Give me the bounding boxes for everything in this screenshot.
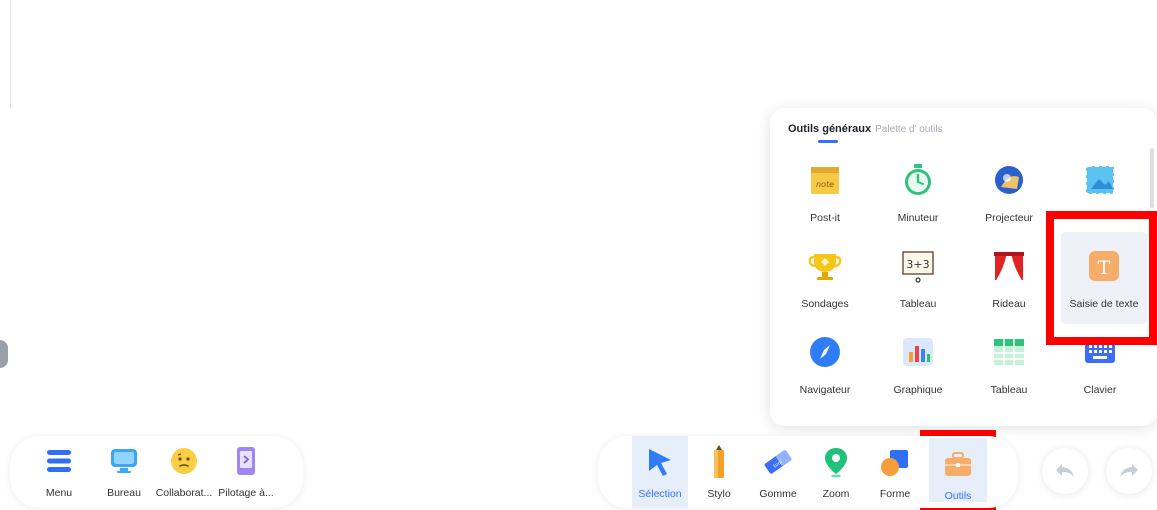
pen-tool[interactable]: Stylo	[691, 436, 747, 508]
tool-polls[interactable]: Sondages	[782, 236, 868, 320]
curtain-icon	[989, 246, 1029, 286]
selection-label: Sélection	[638, 488, 682, 500]
desktop-label: Bureau	[107, 487, 141, 499]
phone-control-button[interactable]: Pilotage à...	[214, 436, 278, 508]
tool-label: Clavier	[1083, 384, 1117, 396]
phone-control-icon	[231, 446, 261, 476]
tab-general-tools[interactable]: Outils généraux	[788, 123, 871, 135]
active-tab-indicator	[818, 140, 838, 143]
tool-label: Tableau	[899, 298, 937, 310]
tool-label: Sondages	[801, 298, 849, 310]
tab-tool-palette[interactable]: Palette d' outils	[875, 124, 943, 135]
panel-scrollbar[interactable]	[1150, 148, 1154, 208]
shape-icon	[878, 444, 912, 480]
whiteboard-canvas[interactable]: Outils généraux Palette d' outils note P…	[0, 0, 1157, 510]
compass-icon	[805, 332, 845, 372]
screenshot-icon	[1080, 160, 1120, 200]
chart-icon	[898, 332, 938, 372]
zoom-pin-icon	[819, 444, 853, 480]
table-icon	[989, 332, 1029, 372]
menu-icon	[44, 446, 74, 476]
canvas-edge-line	[10, 0, 11, 108]
desktop-icon	[109, 446, 139, 476]
side-panel-handle[interactable]	[0, 340, 8, 368]
tool-browser[interactable]: Navigateur	[782, 322, 868, 406]
tool-curtain[interactable]: Rideau	[966, 236, 1052, 320]
tool-board[interactable]: 3+3 Tableau	[875, 236, 961, 320]
eraser-label: Gomme	[759, 488, 797, 500]
collaboration-emoji-icon	[169, 446, 199, 476]
tool-timer[interactable]: Minuteur	[875, 150, 961, 234]
blackboard-icon: 3+3	[898, 246, 938, 286]
redo-button[interactable]	[1106, 448, 1152, 494]
tool-label: Post-it	[810, 212, 840, 224]
tools-label: Outils	[944, 490, 972, 502]
toolbox-icon	[941, 446, 975, 482]
tool-label: Graphique	[893, 384, 943, 396]
zoom-tool[interactable]: Zoom	[808, 436, 864, 508]
cursor-icon	[643, 444, 677, 480]
tool-label: Rideau	[992, 298, 1026, 310]
highlight-box-text-input	[1046, 211, 1157, 345]
svg-text:3+3: 3+3	[906, 258, 929, 271]
tool-label: Projecteur	[985, 212, 1033, 224]
tool-table[interactable]: Tableau	[966, 322, 1052, 406]
spotlight-icon	[989, 160, 1029, 200]
eraser-icon: tool	[761, 444, 795, 480]
trophy-icon	[805, 246, 845, 286]
pen-icon	[702, 444, 736, 480]
tool-label: Minuteur	[897, 212, 939, 224]
collaboration-label: Collaborat...	[155, 487, 213, 499]
zoom-label: Zoom	[822, 488, 850, 500]
menu-label: Menu	[45, 487, 73, 499]
post-it-icon: note	[805, 160, 845, 200]
tool-chart[interactable]: Graphique	[875, 322, 961, 406]
tools-panel-tabs: Outils généraux Palette d' outils	[788, 123, 943, 135]
redo-icon	[1120, 464, 1138, 477]
tool-label: Navigateur	[799, 384, 851, 396]
undo-icon	[1056, 464, 1074, 477]
timer-icon	[898, 160, 938, 200]
collaboration-button[interactable]: Collaborat...	[153, 436, 215, 508]
menu-button[interactable]: Menu	[36, 436, 82, 508]
tools-button[interactable]: Outils	[929, 438, 987, 502]
tool-label: Tableau	[990, 384, 1028, 396]
desktop-button[interactable]: Bureau	[101, 436, 147, 508]
pen-label: Stylo	[707, 488, 731, 500]
shape-label: Forme	[879, 488, 911, 500]
tool-spotlight[interactable]: Projecteur	[966, 150, 1052, 234]
selection-tool[interactable]: Sélection	[632, 436, 688, 508]
phone-control-label: Pilotage à...	[218, 487, 274, 499]
undo-button[interactable]	[1042, 448, 1088, 494]
tool-post-it[interactable]: note Post-it	[782, 150, 868, 234]
shape-tool[interactable]: Forme	[867, 436, 923, 508]
eraser-tool[interactable]: tool Gomme	[750, 436, 806, 508]
svg-text:note: note	[816, 180, 834, 189]
